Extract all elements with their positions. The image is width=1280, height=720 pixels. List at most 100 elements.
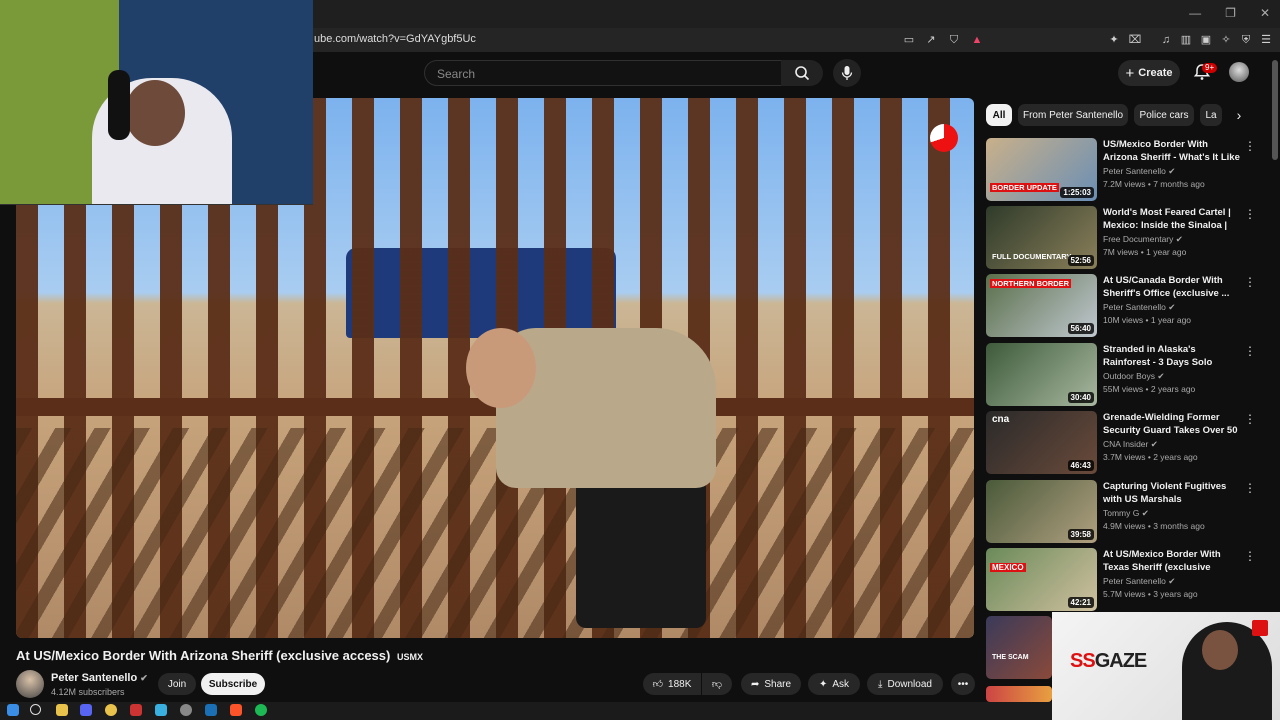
wallet-icon[interactable]: ▣ xyxy=(1199,33,1213,47)
sidebar-icon[interactable]: ▥ xyxy=(1179,33,1193,47)
recommendation-title[interactable]: Grenade-Wielding Former Security Guard T… xyxy=(1103,411,1243,437)
create-button[interactable]: + Create xyxy=(1118,60,1180,86)
menu-icon[interactable]: ☰ xyxy=(1259,33,1273,47)
search-button[interactable] xyxy=(781,60,823,86)
verified-icon: ✔ xyxy=(140,673,148,683)
chip-from-channel[interactable]: From Peter Santenello xyxy=(1018,104,1128,126)
brave-rewards-icon[interactable]: ▲ xyxy=(970,33,984,47)
recommendation-thumbnail[interactable]: FULL DOCUMENTARY 52:56 xyxy=(986,206,1097,269)
more-vertical-icon[interactable]: ⋮ xyxy=(1244,345,1256,357)
video-title-text: At US/Mexico Border With Arizona Sheriff… xyxy=(16,648,391,663)
recommendation-thumbnail[interactable] xyxy=(986,686,1052,702)
video-title: At US/Mexico Border With Arizona Sheriff… xyxy=(16,648,423,663)
recommendation-thumbnail[interactable]: NORTHERN BORDER 56:40 xyxy=(986,274,1097,337)
minimize-icon[interactable]: — xyxy=(1189,6,1201,20)
recommendation-meta: 7M views • 1 year ago xyxy=(1103,247,1187,257)
chip-all[interactable]: All xyxy=(986,104,1012,126)
taskbar-app-icon[interactable] xyxy=(105,704,117,716)
subscriber-count: 4.12M subscribers xyxy=(51,687,125,697)
verified-icon: ✔ xyxy=(1150,439,1158,449)
join-button[interactable]: Join xyxy=(158,673,196,695)
webcam-person-head xyxy=(125,80,185,146)
channel-name-text[interactable]: Peter Santenello xyxy=(51,672,137,684)
recommendation-item[interactable]: MEXICO 42:21 At US/Mexico Border With Te… xyxy=(986,548,1268,612)
url-text[interactable]: ube.com/watch?v=GdYAYgbf5Uc xyxy=(314,33,476,45)
recommendation-title[interactable]: Capturing Violent Fugitives with US Mars… xyxy=(1103,480,1243,506)
ask-label: Ask xyxy=(832,678,850,690)
cast-icon[interactable]: ▭ xyxy=(902,33,916,47)
recommendation-title[interactable]: At US/Canada Border With Sheriff's Offic… xyxy=(1103,274,1243,300)
recommendation-thumbnail[interactable]: MEXICO 42:21 xyxy=(986,548,1097,611)
share-button[interactable]: ➦ Share xyxy=(741,673,801,695)
extensions-icon[interactable]: ✦ xyxy=(1107,33,1121,47)
maximize-icon[interactable]: ❐ xyxy=(1225,6,1236,20)
more-actions-button[interactable]: ••• xyxy=(951,673,975,695)
chevron-right-icon[interactable]: › xyxy=(1230,106,1248,124)
vpn-icon[interactable]: ⛨ xyxy=(1239,33,1253,47)
recommendation-title[interactable]: Stranded in Alaska's Rainforest - 3 Days… xyxy=(1103,343,1243,369)
recommendation-item[interactable]: BORDER UPDATE 1:25:03 US/Mexico Border W… xyxy=(986,138,1268,202)
more-vertical-icon[interactable]: ⋮ xyxy=(1244,482,1256,494)
recommendation-item[interactable]: cna 46:43 Grenade-Wielding Former Securi… xyxy=(986,411,1268,475)
recommendation-item[interactable]: 30:40 Stranded in Alaska's Rainforest - … xyxy=(986,343,1268,407)
recommendation-title[interactable]: World's Most Feared Cartel | Mexico: Ins… xyxy=(1103,206,1243,232)
user-avatar[interactable] xyxy=(1229,62,1249,82)
recommendation-thumbnail[interactable]: cna 46:43 xyxy=(986,411,1097,474)
share-page-icon[interactable]: ↗ xyxy=(924,33,938,47)
recommendation-thumbnail[interactable]: BORDER UPDATE 1:25:03 xyxy=(986,138,1097,201)
recommendation-channel: Peter Santenello ✔ xyxy=(1103,576,1175,587)
more-vertical-icon[interactable]: ⋮ xyxy=(1244,276,1256,288)
recommendation-channel: Tommy G ✔ xyxy=(1103,508,1149,519)
search-input[interactable] xyxy=(435,61,769,87)
discord-icon[interactable] xyxy=(80,704,92,716)
download-button[interactable]: ⤓ Download xyxy=(867,673,943,695)
recommendation-item[interactable]: 39:58 Capturing Violent Fugitives with U… xyxy=(986,480,1268,544)
webcam-microphone xyxy=(108,70,130,140)
like-count: 188K xyxy=(668,678,692,690)
recommendation-meta: 55M views • 2 years ago xyxy=(1103,384,1196,394)
more-vertical-icon[interactable]: ⋮ xyxy=(1244,208,1256,220)
scrollbar-thumb[interactable] xyxy=(1272,60,1278,160)
recommendation-title[interactable]: At US/Mexico Border With Texas Sheriff (… xyxy=(1103,548,1243,574)
media-icon[interactable]: ♫ xyxy=(1159,33,1173,47)
recommendation-title[interactable]: US/Mexico Border With Arizona Sheriff - … xyxy=(1103,138,1243,164)
taskbar-search-icon[interactable] xyxy=(30,704,41,715)
channel-avatar[interactable] xyxy=(16,670,44,698)
brave-shield-icon[interactable]: ⛉ xyxy=(947,33,961,47)
taskbar-app-icon[interactable] xyxy=(130,704,142,716)
recommendation-thumbnail[interactable]: 30:40 xyxy=(986,343,1097,406)
steam-icon[interactable] xyxy=(205,704,217,716)
more-vertical-icon[interactable]: ⋮ xyxy=(1244,413,1256,425)
like-button[interactable]: 👍︎ 188K xyxy=(643,673,701,695)
thumbs-up-icon: 👍︎ xyxy=(652,679,664,690)
screenshot-icon[interactable]: ⌧ xyxy=(1128,33,1142,47)
recommendation-thumbnail[interactable]: 39:58 xyxy=(986,480,1097,543)
close-icon[interactable]: ✕ xyxy=(1260,6,1270,20)
windows-start-icon[interactable] xyxy=(7,704,19,716)
obs-icon[interactable] xyxy=(180,704,192,716)
video-title-tag: USMX xyxy=(396,652,423,662)
recommendation-item[interactable]: FULL DOCUMENTARY 52:56 World's Most Fear… xyxy=(986,206,1268,270)
brave-browser-icon[interactable] xyxy=(230,704,242,716)
recommendation-item[interactable]: NORTHERN BORDER 56:40 At US/Canada Borde… xyxy=(986,274,1268,338)
subscribe-button[interactable]: Subscribe xyxy=(201,673,265,695)
taskbar-app-icon[interactable] xyxy=(155,704,167,716)
plus-icon: + xyxy=(1125,64,1135,82)
overlay-brand-logo: SSGAZE xyxy=(1070,650,1147,673)
recommendation-thumbnail[interactable]: THE SCAM xyxy=(986,616,1052,679)
chip-la[interactable]: La xyxy=(1200,104,1222,126)
spotify-icon[interactable] xyxy=(255,704,267,716)
more-vertical-icon[interactable]: ⋮ xyxy=(1244,550,1256,562)
chip-police-cars[interactable]: Police cars xyxy=(1134,104,1194,126)
recommendation-channel-text: Free Documentary xyxy=(1103,234,1174,244)
recommendation-channel-text: Tommy G xyxy=(1103,508,1140,518)
search-box[interactable] xyxy=(424,60,782,87)
channel-name[interactable]: Peter Santenello ✔ xyxy=(51,672,148,684)
file-explorer-icon[interactable] xyxy=(56,704,68,716)
leo-icon[interactable]: ✧ xyxy=(1219,33,1233,47)
dislike-button[interactable]: 👎︎ xyxy=(702,673,732,695)
ask-button[interactable]: ✦ Ask xyxy=(808,673,860,695)
more-vertical-icon[interactable]: ⋮ xyxy=(1244,140,1256,152)
voice-search-button[interactable] xyxy=(833,59,861,87)
thumbnail-tag: THE SCAM xyxy=(992,654,1029,661)
